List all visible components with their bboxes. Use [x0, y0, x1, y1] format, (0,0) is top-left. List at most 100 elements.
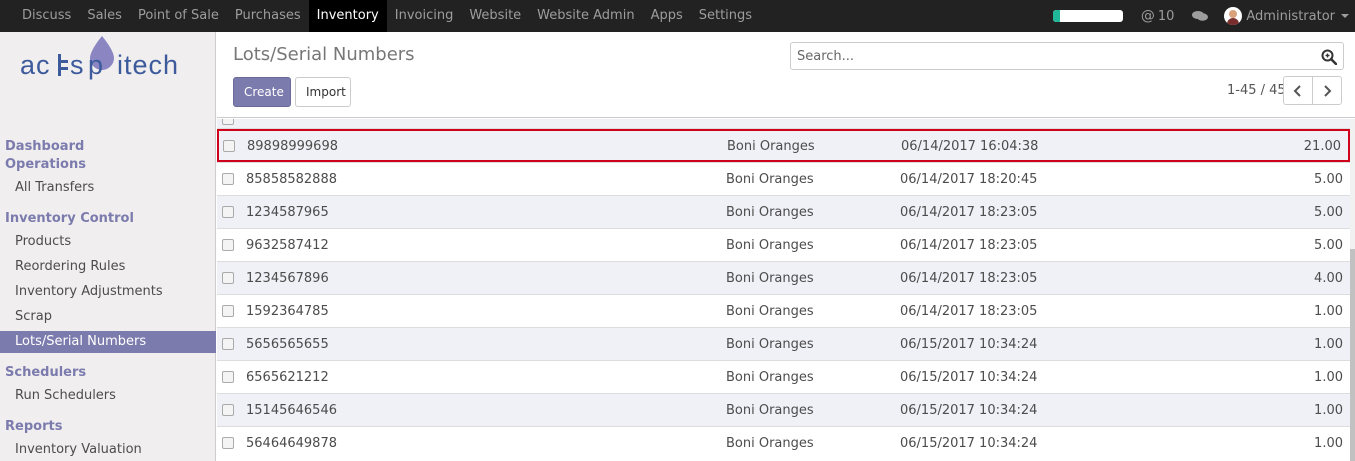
company-logo: ac s p itech — [20, 36, 179, 80]
quantity-cell: 1.00 — [1314, 304, 1343, 319]
row-checkbox[interactable] — [222, 119, 234, 125]
sidebar-heading-operations[interactable]: Operations — [5, 157, 86, 172]
at-icon: @ — [1140, 8, 1155, 24]
pager-next-button[interactable] — [1312, 76, 1342, 105]
menu-item-website[interactable]: Website — [461, 0, 529, 32]
chevron-right-icon — [1324, 84, 1332, 97]
table-row[interactable]: 1234587965 Boni Oranges 06/14/2017 18:23:0… — [217, 195, 1350, 228]
messages-button[interactable]: @ 10 — [1141, 8, 1175, 24]
sidebar-heading-dashboard[interactable]: Dashboard — [5, 139, 84, 154]
table-row[interactable]: 1592364785 Boni Oranges 06/14/2017 18:23:0… — [217, 294, 1350, 327]
row-checkbox[interactable] — [222, 173, 234, 185]
product-cell: Boni Oranges — [726, 370, 814, 385]
date-cell: 06/15/2017 10:34:24 — [900, 337, 1038, 352]
menu-item-sales[interactable]: Sales — [79, 0, 130, 32]
lot-number-cell: 5656565655 — [246, 337, 329, 352]
search-input[interactable] — [791, 43, 1311, 69]
lot-number-cell: 9632587412 — [246, 238, 329, 253]
svg-text:itech: itech — [117, 50, 179, 80]
chat-icon[interactable] — [1192, 10, 1209, 22]
menu-item-apps[interactable]: Apps — [643, 0, 691, 32]
avatar — [1224, 7, 1243, 25]
row-checkbox[interactable] — [223, 140, 235, 152]
row-checkbox[interactable] — [222, 371, 234, 383]
lot-number-cell: 6565621212 — [246, 370, 329, 385]
user-menu[interactable]: Administrator — [1224, 7, 1353, 25]
table-row[interactable]: 5656565655 Boni Oranges 06/15/2017 10:34:2… — [217, 327, 1350, 360]
quantity-cell: 21.00 — [1303, 139, 1341, 154]
table-row[interactable]: 85858582888 Boni Oranges 06/14/2017 18:20:… — [217, 162, 1350, 195]
sidebar-item-products[interactable]: Products — [0, 231, 216, 253]
progress-fill — [1052, 10, 1060, 22]
quantity-cell: 1.00 — [1314, 370, 1343, 385]
scrollbar[interactable] — [1350, 119, 1355, 461]
sidebar-heading-reports[interactable]: Reports — [5, 419, 62, 434]
page-title: Lots/Serial Numbers — [233, 44, 415, 65]
table-row[interactable]: 9632587412 Boni Oranges 06/14/2017 18:23:0… — [217, 228, 1350, 261]
menu-item-settings[interactable]: Settings — [691, 0, 760, 32]
date-cell: 06/14/2017 18:23:05 — [900, 271, 1038, 286]
table-row[interactable]: 89898999698 Boni Oranges 06/14/2017 16:04:… — [217, 129, 1350, 162]
sidebar-item-inventory-valuation[interactable]: Inventory Valuation — [0, 439, 216, 461]
date-cell: 06/14/2017 18:23:05 — [900, 205, 1038, 220]
date-cell: 06/15/2017 10:34:24 — [900, 370, 1038, 385]
table-row[interactable]: 1234567896 Boni Oranges 06/14/2017 18:23:0… — [217, 261, 1350, 294]
sidebar-item-run-schedulers[interactable]: Run Schedulers — [0, 385, 216, 407]
table-row[interactable]: 6565621212 Boni Oranges 06/15/2017 10:34:2… — [217, 360, 1350, 393]
date-cell: 06/14/2017 16:04:38 — [901, 139, 1039, 154]
sidebar-item-reordering-rules[interactable]: Reordering Rules — [0, 256, 216, 278]
row-checkbox[interactable] — [222, 206, 234, 218]
sidebar-heading-inventory-control[interactable]: Inventory Control — [5, 211, 134, 226]
product-cell: Boni Oranges — [726, 238, 814, 253]
sidebar-item-lots-serial-numbers[interactable]: Lots/Serial Numbers — [0, 331, 216, 353]
table-row[interactable]: 15145646546 Boni Oranges 06/15/2017 10:34:… — [217, 393, 1350, 426]
row-checkbox[interactable] — [222, 239, 234, 251]
caret-down-icon — [1341, 14, 1349, 18]
menu-item-purchases[interactable]: Purchases — [227, 0, 309, 32]
lots-list: 89898999698 Boni Oranges 06/14/2017 16:04:… — [217, 119, 1355, 461]
quantity-cell: 1.00 — [1314, 436, 1343, 451]
product-cell: Boni Oranges — [726, 205, 814, 220]
pager-value[interactable]: 1-45 / 45 — [1227, 83, 1286, 98]
date-cell: 06/15/2017 10:34:24 — [900, 436, 1038, 451]
menu-item-inventory[interactable]: Inventory — [308, 0, 387, 32]
lot-number-cell: 1234567896 — [246, 271, 329, 286]
menu-item-website-admin[interactable]: Website Admin — [529, 0, 642, 32]
row-checkbox[interactable] — [222, 305, 234, 317]
row-checkbox[interactable] — [222, 338, 234, 350]
sidebar-heading-schedulers[interactable]: Schedulers — [5, 365, 86, 380]
table-row[interactable]: 56464649878 Boni Oranges 06/15/2017 10:34:… — [217, 426, 1350, 459]
quantity-cell: 5.00 — [1314, 205, 1343, 220]
product-cell: Boni Oranges — [726, 172, 814, 187]
app-menu: Discuss Sales Point of Sale Purchases Invent… — [0, 0, 760, 32]
svg-text:s: s — [70, 50, 84, 80]
menu-item-invoicing[interactable]: Invoicing — [387, 0, 462, 32]
lot-number-cell: 85858582888 — [246, 172, 337, 187]
chevron-left-icon — [1293, 84, 1301, 97]
scrollbar-thumb[interactable] — [1350, 249, 1355, 461]
search-icon[interactable] — [1321, 49, 1337, 65]
row-checkbox[interactable] — [222, 272, 234, 284]
pager-previous-button[interactable] — [1283, 76, 1313, 105]
quantity-cell: 4.00 — [1314, 271, 1343, 286]
lot-number-cell: 1592364785 — [246, 304, 329, 319]
sidebar-item-scrap[interactable]: Scrap — [0, 306, 216, 328]
messages-count: 10 — [1157, 8, 1175, 24]
row-checkbox[interactable] — [222, 437, 234, 449]
menu-item-point-of-sale[interactable]: Point of Sale — [130, 0, 227, 32]
lot-number-cell: 1234587965 — [246, 205, 329, 220]
sidebar-item-inventory-adjustments[interactable]: Inventory Adjustments — [0, 281, 216, 303]
quantity-cell: 1.00 — [1314, 337, 1343, 352]
svg-text:p: p — [88, 50, 103, 80]
row-checkbox[interactable] — [222, 404, 234, 416]
create-button[interactable]: Create — [233, 77, 291, 107]
table-row-partial — [217, 119, 1350, 129]
progress-bar[interactable] — [1052, 10, 1123, 22]
import-button[interactable]: Import — [295, 77, 351, 107]
date-cell: 06/14/2017 18:20:45 — [900, 172, 1038, 187]
date-cell: 06/15/2017 10:34:24 — [900, 403, 1038, 418]
sidebar-item-all-transfers[interactable]: All Transfers — [0, 177, 216, 199]
product-cell: Boni Oranges — [727, 139, 815, 154]
menu-item-discuss[interactable]: Discuss — [14, 0, 79, 32]
lot-number-cell: 15145646546 — [246, 403, 337, 418]
